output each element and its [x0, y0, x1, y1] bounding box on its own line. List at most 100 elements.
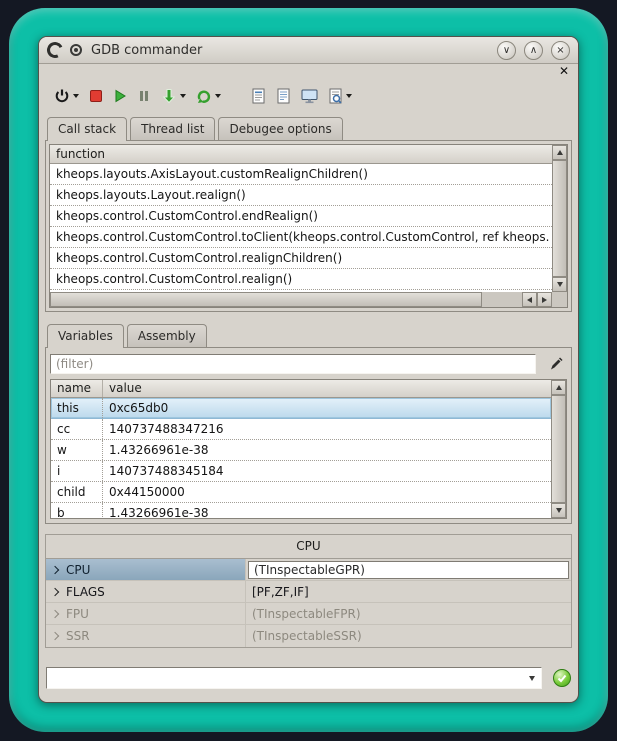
- chevron-down-icon[interactable]: [346, 94, 352, 98]
- scroll-down-button[interactable]: [552, 277, 567, 292]
- horizontal-scrollbar[interactable]: [50, 292, 552, 307]
- arrow-down-icon: [556, 508, 562, 513]
- power-icon: [54, 88, 70, 104]
- vars-tabbar: Variables Assembly: [45, 324, 572, 347]
- variable-name: child: [51, 482, 103, 502]
- window-title: GDB commander: [91, 43, 202, 58]
- cpu-row-value[interactable]: (TInspectableSSR): [246, 625, 571, 647]
- variable-row[interactable]: w 1.43266961e-38: [51, 440, 551, 461]
- variable-row[interactable]: child 0x44150000: [51, 482, 551, 503]
- filter-options-button[interactable]: [545, 354, 567, 374]
- chevron-down-icon[interactable]: [215, 94, 221, 98]
- maximize-button[interactable]: ∧: [524, 41, 543, 60]
- variable-row[interactable]: b 1.43266961e-38: [51, 503, 551, 518]
- expand-icon[interactable]: [51, 587, 59, 595]
- variable-value: 0xc65db0: [103, 398, 551, 418]
- cpu-row-value[interactable]: [PF,ZF,IF]: [246, 581, 571, 602]
- scrollbar-thumb[interactable]: [552, 160, 567, 277]
- command-input[interactable]: [47, 668, 523, 688]
- variables-table: name value this 0xc65db0 cc 140737488347…: [50, 379, 567, 519]
- cpu-row[interactable]: CPU (TInspectableGPR): [46, 559, 571, 581]
- stack-frame-row[interactable]: kheops.layouts.Layout.realign(): [50, 185, 552, 206]
- dock-close-button[interactable]: ✕: [559, 65, 569, 78]
- tab-assembly[interactable]: Assembly: [127, 324, 207, 347]
- column-header-value[interactable]: value: [103, 380, 551, 397]
- filter-row: [50, 354, 567, 374]
- value-editor[interactable]: (TInspectableGPR): [248, 561, 569, 579]
- chevron-down-icon[interactable]: [73, 94, 79, 98]
- stop-button[interactable]: [86, 84, 106, 108]
- tab-variables[interactable]: Variables: [47, 324, 124, 348]
- combobox-dropdown-button[interactable]: [523, 668, 541, 688]
- watch-button[interactable]: [325, 84, 355, 108]
- stack-frame-row[interactable]: kheops.control.CustomControl.toClient(kh…: [50, 227, 552, 248]
- filter-input[interactable]: [50, 354, 536, 374]
- column-header-name[interactable]: name: [51, 380, 103, 397]
- register-group-value: [PF,ZF,IF]: [252, 585, 309, 599]
- step-into-button[interactable]: [158, 84, 189, 108]
- chevron-down-icon[interactable]: [180, 94, 186, 98]
- pause-button[interactable]: [134, 84, 154, 108]
- continue-button[interactable]: [110, 84, 130, 108]
- titlebar[interactable]: GDB commander ∨ ∧ ×: [39, 37, 578, 64]
- cpu-row-value[interactable]: (TInspectableFPR): [246, 603, 571, 624]
- chevron-down-icon: [529, 676, 535, 681]
- step-over-button[interactable]: [193, 84, 224, 108]
- cpu-row-name[interactable]: SSR: [46, 625, 246, 647]
- stack-doc-button[interactable]: [248, 84, 269, 108]
- pause-icon: [137, 89, 151, 103]
- expand-icon[interactable]: [51, 609, 59, 617]
- register-group-label: SSR: [66, 629, 90, 643]
- tab-thread-list[interactable]: Thread list: [130, 117, 215, 140]
- variable-value: 140737488345184: [103, 461, 551, 481]
- stack-frame-row[interactable]: kheops.control.CustomControl.realignChil…: [50, 248, 552, 269]
- variable-row[interactable]: cc 140737488347216: [51, 419, 551, 440]
- shade-button[interactable]: ∨: [497, 41, 516, 60]
- scrollbar-corner: [552, 292, 567, 307]
- window-menu-icon[interactable]: [70, 44, 82, 56]
- vertical-scrollbar[interactable]: [551, 380, 566, 518]
- cpu-row-value[interactable]: (TInspectableGPR): [246, 559, 571, 580]
- arrow-left-icon: [527, 297, 532, 303]
- stack-doc-icon: [251, 88, 266, 104]
- variable-row[interactable]: this 0xc65db0: [51, 398, 551, 419]
- cpu-row[interactable]: SSR (TInspectableSSR): [46, 625, 571, 647]
- scrollbar-thumb[interactable]: [50, 292, 482, 307]
- pen-icon: [549, 357, 563, 371]
- expand-icon[interactable]: [51, 632, 59, 640]
- command-combobox[interactable]: [46, 667, 542, 689]
- register-group-label: CPU: [66, 563, 90, 577]
- scrollbar-trough[interactable]: [482, 292, 522, 307]
- send-command-button[interactable]: [553, 669, 571, 687]
- power-button[interactable]: [51, 84, 82, 108]
- cpu-row-name[interactable]: FLAGS: [46, 581, 246, 602]
- cpu-row[interactable]: FLAGS [PF,ZF,IF]: [46, 581, 571, 603]
- cpu-row-name[interactable]: FPU: [46, 603, 246, 624]
- scroll-up-button[interactable]: [551, 380, 566, 395]
- memory-button[interactable]: [298, 84, 321, 108]
- variable-row[interactable]: i 140737488345184: [51, 461, 551, 482]
- cpu-row-name[interactable]: CPU: [46, 559, 246, 580]
- vertical-scrollbar[interactable]: [552, 145, 567, 292]
- tab-debugee-options[interactable]: Debugee options: [218, 117, 342, 140]
- scrollbar-thumb[interactable]: [551, 395, 566, 503]
- list-doc-button[interactable]: [273, 84, 294, 108]
- tab-call-stack[interactable]: Call stack: [47, 117, 127, 141]
- scroll-left-button[interactable]: [522, 292, 537, 307]
- stack-frame-row[interactable]: kheops.control.CustomControl.endRealign(…: [50, 206, 552, 227]
- expand-icon[interactable]: [51, 565, 59, 573]
- variables-panel: name value this 0xc65db0 cc 140737488347…: [45, 347, 572, 524]
- column-header-function[interactable]: function: [50, 145, 552, 164]
- app-icon: [45, 40, 66, 61]
- command-bar: [46, 667, 571, 689]
- register-group-label: FLAGS: [66, 585, 105, 599]
- scroll-down-button[interactable]: [551, 503, 566, 518]
- stack-frame-row[interactable]: kheops.layouts.AxisLayout.customRealignC…: [50, 164, 552, 185]
- cpu-row[interactable]: FPU (TInspectableFPR): [46, 603, 571, 625]
- stack-frame-row[interactable]: kheops.control.CustomControl.realign(): [50, 269, 552, 290]
- variable-name: this: [51, 398, 103, 418]
- continue-icon: [113, 89, 127, 103]
- close-button[interactable]: ×: [551, 41, 570, 60]
- scroll-right-button[interactable]: [537, 292, 552, 307]
- scroll-up-button[interactable]: [552, 145, 567, 160]
